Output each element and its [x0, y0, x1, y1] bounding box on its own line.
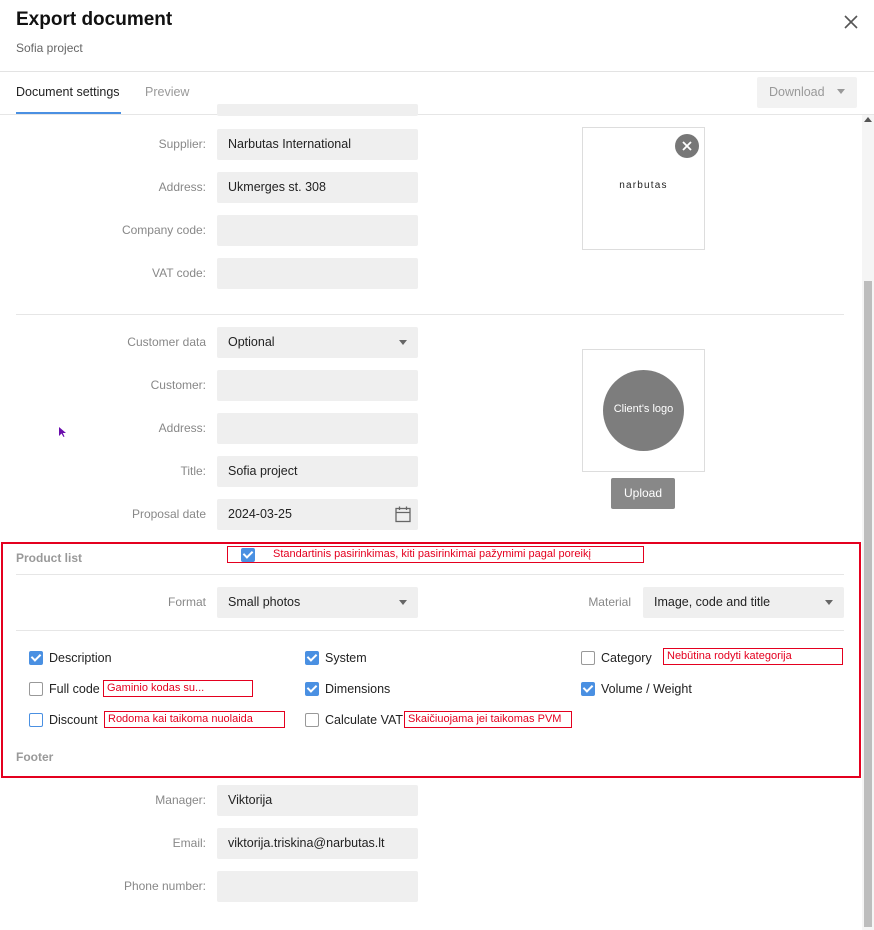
- email-field[interactable]: viktorija.triskina@narbutas.lt: [217, 828, 418, 859]
- title-field[interactable]: Sofia project: [217, 456, 418, 487]
- vat-note: Skaičiuojama jei taikomas PVM: [404, 711, 572, 728]
- tabs-divider: [0, 114, 874, 115]
- client-logo-placeholder: Client's logo: [603, 370, 684, 451]
- tab-document-settings[interactable]: Document settings: [16, 85, 120, 99]
- title-label: Title:: [180, 464, 206, 478]
- system-label: System: [325, 651, 367, 665]
- description-label: Description: [49, 651, 112, 665]
- chevron-down-icon: [837, 89, 845, 94]
- dialog-subtitle: Sofia project: [16, 41, 83, 55]
- header-divider: [0, 71, 874, 72]
- footer-header: Footer: [16, 750, 54, 764]
- category-label: Category: [601, 651, 652, 665]
- category-checkbox[interactable]: [581, 651, 595, 665]
- volume-weight-label: Volume / Weight: [601, 682, 692, 696]
- full-code-checkbox[interactable]: [29, 682, 43, 696]
- supplier-address-label: Address:: [158, 180, 206, 194]
- supplier-address-field[interactable]: Ukmerges st. 308: [217, 172, 418, 203]
- format-select[interactable]: Small photos: [217, 587, 418, 618]
- supplier-label: Supplier:: [158, 137, 206, 151]
- scrollbar-thumb[interactable]: [864, 281, 872, 927]
- mouse-cursor-icon: [58, 425, 67, 443]
- scroll-up-arrow-icon[interactable]: [864, 117, 872, 122]
- chevron-down-icon: [825, 600, 833, 605]
- customer-address-field[interactable]: [217, 413, 418, 444]
- customer-data-label: Customer data: [127, 335, 206, 349]
- full-code-note: Gaminio kodas su...: [103, 680, 253, 697]
- supplier-logo: narbutas: [619, 180, 668, 191]
- material-select[interactable]: Image, code and title: [643, 587, 844, 618]
- calculate-vat-label: Calculate VAT: [325, 713, 404, 727]
- client-logo-box: Client's logo: [582, 349, 705, 472]
- download-button[interactable]: Download: [757, 77, 857, 108]
- customer-field[interactable]: [217, 370, 418, 401]
- calendar-icon[interactable]: [395, 506, 411, 526]
- supplier-logo-box: narbutas: [582, 127, 705, 250]
- phone-number-label: Phone number:: [123, 879, 206, 893]
- material-value: Image, code and title: [654, 595, 771, 609]
- material-label: Material: [588, 595, 631, 609]
- download-label: Download: [769, 85, 825, 99]
- supplier-field[interactable]: Narbutas International: [217, 129, 418, 160]
- discount-note: Rodoma kai taikoma nuolaida: [104, 711, 285, 728]
- full-code-label: Full code: [49, 682, 100, 696]
- product-list-divider: [16, 574, 844, 575]
- vat-code-label: VAT code:: [151, 266, 206, 280]
- close-icon[interactable]: [840, 11, 862, 33]
- chevron-down-icon: [399, 600, 407, 605]
- dialog-title: Export document: [16, 9, 173, 30]
- format-value: Small photos: [228, 595, 301, 609]
- format-label: Format: [167, 595, 206, 609]
- customer-address-label: Address:: [158, 421, 206, 435]
- category-note: Nebūtina rodyti kategorija: [663, 648, 843, 665]
- vat-code-field[interactable]: [217, 258, 418, 289]
- chevron-down-icon: [399, 340, 407, 345]
- company-code-label: Company code:: [121, 223, 206, 237]
- system-checkbox[interactable]: [305, 651, 319, 665]
- tab-preview[interactable]: Preview: [145, 85, 189, 99]
- customer-data-select[interactable]: Optional: [217, 327, 418, 358]
- manager-label: Manager:: [155, 793, 206, 807]
- company-code-field[interactable]: [217, 215, 418, 246]
- manager-field[interactable]: Viktorija: [217, 785, 418, 816]
- upload-button[interactable]: Upload: [611, 478, 675, 509]
- remove-logo-icon[interactable]: [675, 134, 699, 158]
- proposal-date-field[interactable]: 2024-03-25: [217, 499, 418, 530]
- dimensions-checkbox[interactable]: [305, 682, 319, 696]
- customer-data-value: Optional: [228, 335, 275, 349]
- product-list-header: Product list: [16, 551, 83, 565]
- dimensions-label: Dimensions: [325, 682, 391, 696]
- default-selection-checkbox[interactable]: [241, 548, 255, 562]
- volume-weight-checkbox[interactable]: [581, 682, 595, 696]
- partial-field: [217, 104, 418, 116]
- discount-checkbox[interactable]: [29, 713, 43, 727]
- description-checkbox[interactable]: [29, 651, 43, 665]
- email-label: Email:: [172, 836, 206, 850]
- customer-label: Customer:: [150, 378, 206, 392]
- section-divider: [16, 314, 844, 315]
- proposal-date-value: 2024-03-25: [228, 507, 292, 521]
- proposal-date-label: Proposal date: [131, 507, 206, 521]
- format-divider: [16, 630, 844, 631]
- default-selection-note: Standartinis pasirinkimas, kiti pasirink…: [227, 546, 644, 563]
- discount-label: Discount: [49, 713, 98, 727]
- phone-number-field[interactable]: [217, 871, 418, 902]
- calculate-vat-checkbox[interactable]: [305, 713, 319, 727]
